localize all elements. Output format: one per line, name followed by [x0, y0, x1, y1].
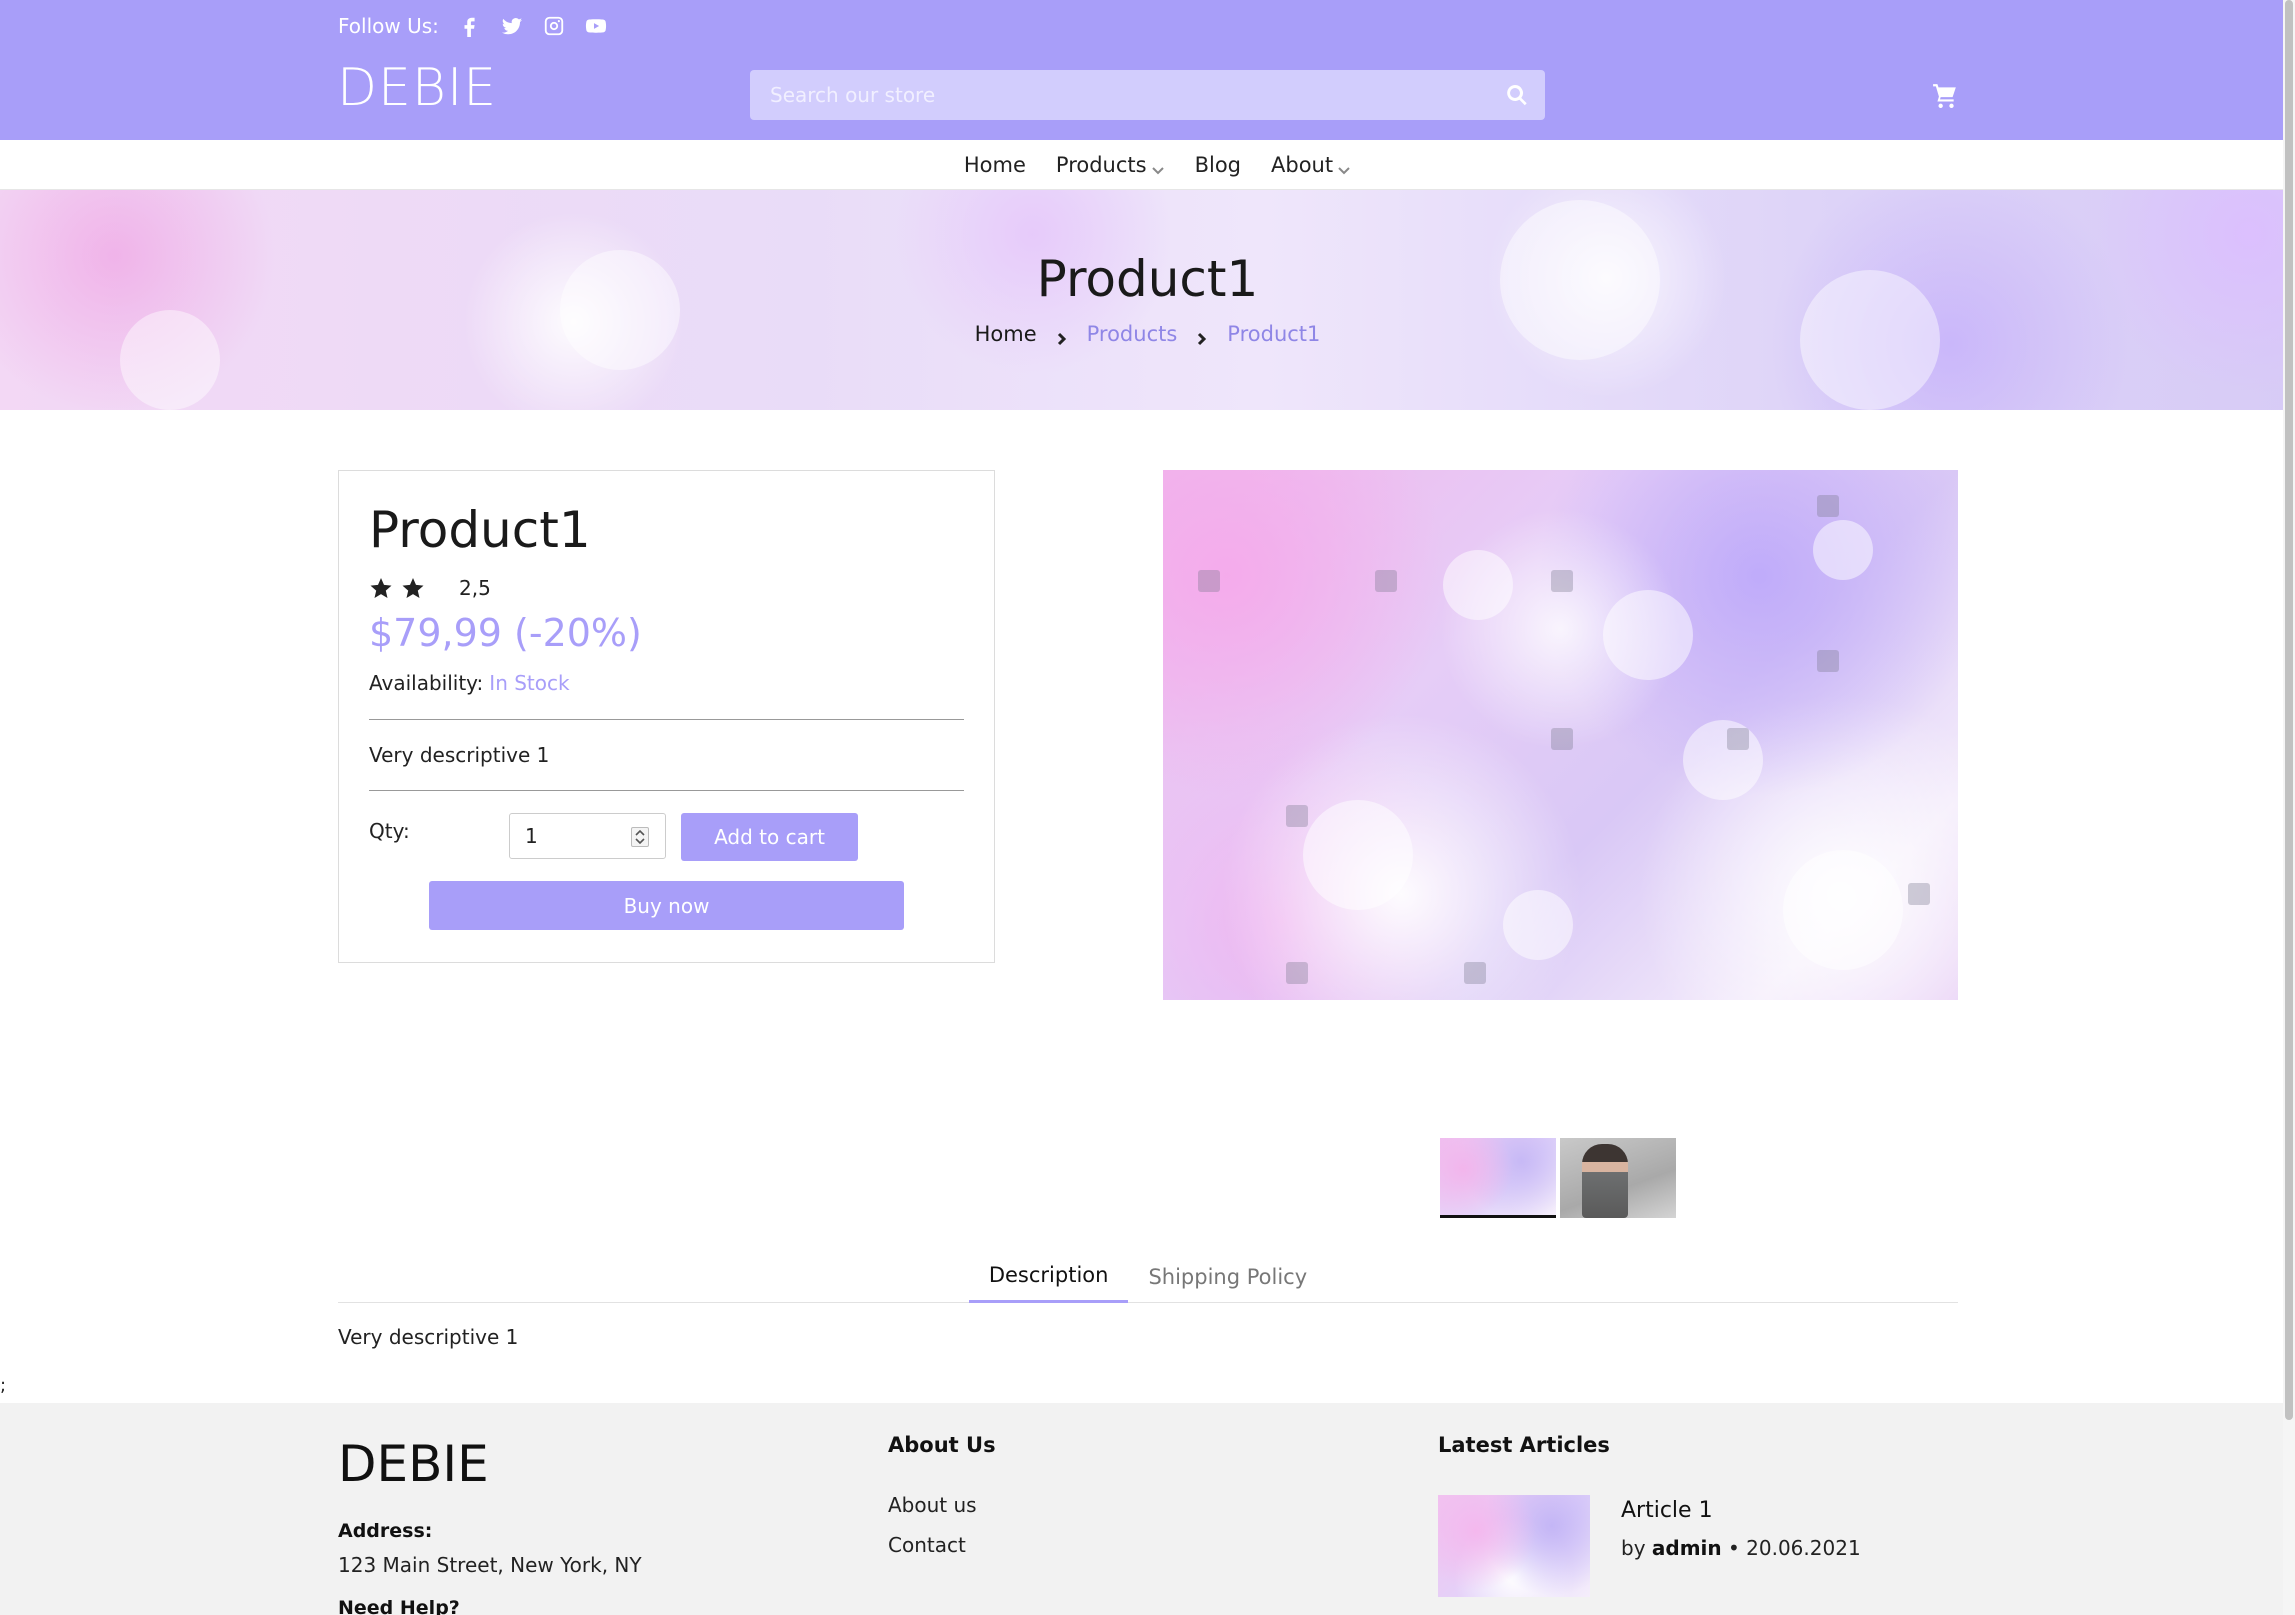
top-header: Follow Us: DEBIE: [0, 0, 2295, 140]
article-by: by: [1621, 1536, 1646, 1560]
footer-link-about-us[interactable]: About us: [888, 1493, 977, 1517]
divider: [369, 790, 964, 791]
nav-about[interactable]: About: [1271, 153, 1351, 177]
nav-home[interactable]: Home: [964, 153, 1026, 177]
star-filled-icon: [369, 576, 393, 604]
product-info-panel: Product1 2,5 $79,99 (-20%) Availability:…: [338, 470, 995, 963]
quantity-stepper[interactable]: [509, 813, 666, 859]
watermark-icon: [1908, 883, 1930, 905]
bokeh-decoration: [1813, 520, 1873, 580]
search-bar: [750, 70, 1545, 120]
page-scrollbar-thumb[interactable]: [2285, 0, 2293, 1420]
cart-icon[interactable]: [1932, 82, 1958, 108]
nav-products-label: Products: [1055, 152, 1147, 177]
thumbnail-1[interactable]: [1440, 1138, 1556, 1218]
twitter-icon[interactable]: [501, 15, 523, 37]
add-to-cart-button[interactable]: Add to cart: [681, 813, 858, 861]
site-footer: DEBIE Address: 123 Main Street, New York…: [0, 1403, 2295, 1615]
watermark-icon: [1286, 962, 1308, 984]
stepper-arrows-icon[interactable]: [631, 827, 649, 847]
about-us-heading: About Us: [888, 1433, 996, 1457]
thumbnail-person-figure: [1582, 1144, 1628, 1218]
page-title: Product1: [1036, 250, 1259, 308]
product-name: Product1: [369, 501, 591, 559]
watermark-icon: [1464, 962, 1486, 984]
star-filled-icon: [401, 576, 425, 604]
footer-link-contact[interactable]: Contact: [888, 1533, 966, 1557]
bokeh-decoration: [1443, 550, 1513, 620]
footer-logo[interactable]: DEBIE: [338, 1435, 489, 1493]
tab-description[interactable]: Description: [968, 1250, 1129, 1303]
tab-shipping-policy[interactable]: Shipping Policy: [1128, 1250, 1327, 1303]
divider: [369, 719, 964, 720]
image-thumbnails: [1440, 1138, 1676, 1218]
article-thumbnail[interactable]: [1438, 1495, 1590, 1597]
nav-products[interactable]: Products: [1056, 153, 1165, 177]
breadcrumb: Home Products Product1: [0, 322, 2295, 346]
rating-value: 2,5: [459, 576, 491, 600]
instagram-icon[interactable]: [543, 15, 565, 37]
page-hero-banner: Product1 Home Products Product1: [0, 190, 2295, 410]
need-help-heading: Need Help?: [338, 1597, 460, 1615]
breadcrumb-current: Product1: [1227, 322, 1321, 346]
site-logo[interactable]: DEBIE: [337, 58, 497, 118]
address-heading: Address:: [338, 1520, 433, 1542]
article-date: • 20.06.2021: [1728, 1536, 1861, 1560]
qty-label: Qty:: [369, 819, 410, 843]
search-icon[interactable]: [1505, 83, 1529, 107]
buy-now-button[interactable]: Buy now: [429, 881, 904, 930]
nav-blog[interactable]: Blog: [1195, 153, 1241, 177]
availability-label: Availability:: [369, 671, 484, 695]
bokeh-decoration: [1503, 890, 1573, 960]
product-tabs: Description Shipping Policy: [338, 1250, 1958, 1303]
watermark-icon: [1727, 728, 1749, 750]
main-nav: Home Products Blog About: [0, 140, 2295, 190]
follow-us-label: Follow Us:: [338, 14, 439, 38]
quantity-input[interactable]: [510, 814, 630, 858]
address-text: 123 Main Street, New York, NY: [338, 1553, 642, 1577]
bokeh-decoration: [1303, 800, 1413, 910]
nav-about-label: About: [1271, 152, 1334, 177]
watermark-icon: [1551, 728, 1573, 750]
watermark-icon: [1551, 570, 1573, 592]
watermark-icon: [1286, 805, 1308, 827]
watermark-icon: [1198, 570, 1220, 592]
product-main-image[interactable]: [1163, 470, 1958, 1000]
follow-us-bar: Follow Us:: [338, 12, 607, 40]
latest-articles-heading: Latest Articles: [1438, 1433, 1610, 1457]
availability: Availability: In Stock: [369, 671, 570, 695]
breadcrumb-home[interactable]: Home: [975, 322, 1037, 346]
tab-content: Very descriptive 1: [338, 1325, 519, 1349]
chevron-down-icon: [1151, 158, 1165, 174]
article-meta: by admin • 20.06.2021: [1621, 1536, 1861, 1560]
breadcrumb-products[interactable]: Products: [1087, 322, 1178, 346]
stray-text: ;: [0, 1375, 7, 1396]
facebook-icon[interactable]: [459, 15, 481, 37]
watermark-icon: [1817, 650, 1839, 672]
chevron-right-icon: [1195, 327, 1209, 346]
bokeh-decoration: [1783, 850, 1903, 970]
chevron-down-icon: [1337, 158, 1351, 174]
short-description: Very descriptive 1: [369, 743, 550, 767]
watermark-icon: [1817, 495, 1839, 517]
search-input[interactable]: [750, 70, 1480, 120]
youtube-icon[interactable]: [585, 15, 607, 37]
article-title[interactable]: Article 1: [1621, 1498, 1713, 1523]
thumbnail-2[interactable]: [1560, 1138, 1676, 1218]
article-author[interactable]: admin: [1652, 1536, 1722, 1560]
availability-status: In Stock: [489, 671, 570, 695]
chevron-right-icon: [1055, 327, 1069, 346]
nav-home-label: Home: [963, 152, 1026, 177]
bokeh-decoration: [1683, 720, 1763, 800]
bokeh-decoration: [1603, 590, 1693, 680]
product-price: $79,99 (-20%): [369, 611, 642, 655]
nav-blog-label: Blog: [1194, 152, 1242, 177]
star-rating: [369, 576, 425, 604]
watermark-icon: [1375, 570, 1397, 592]
